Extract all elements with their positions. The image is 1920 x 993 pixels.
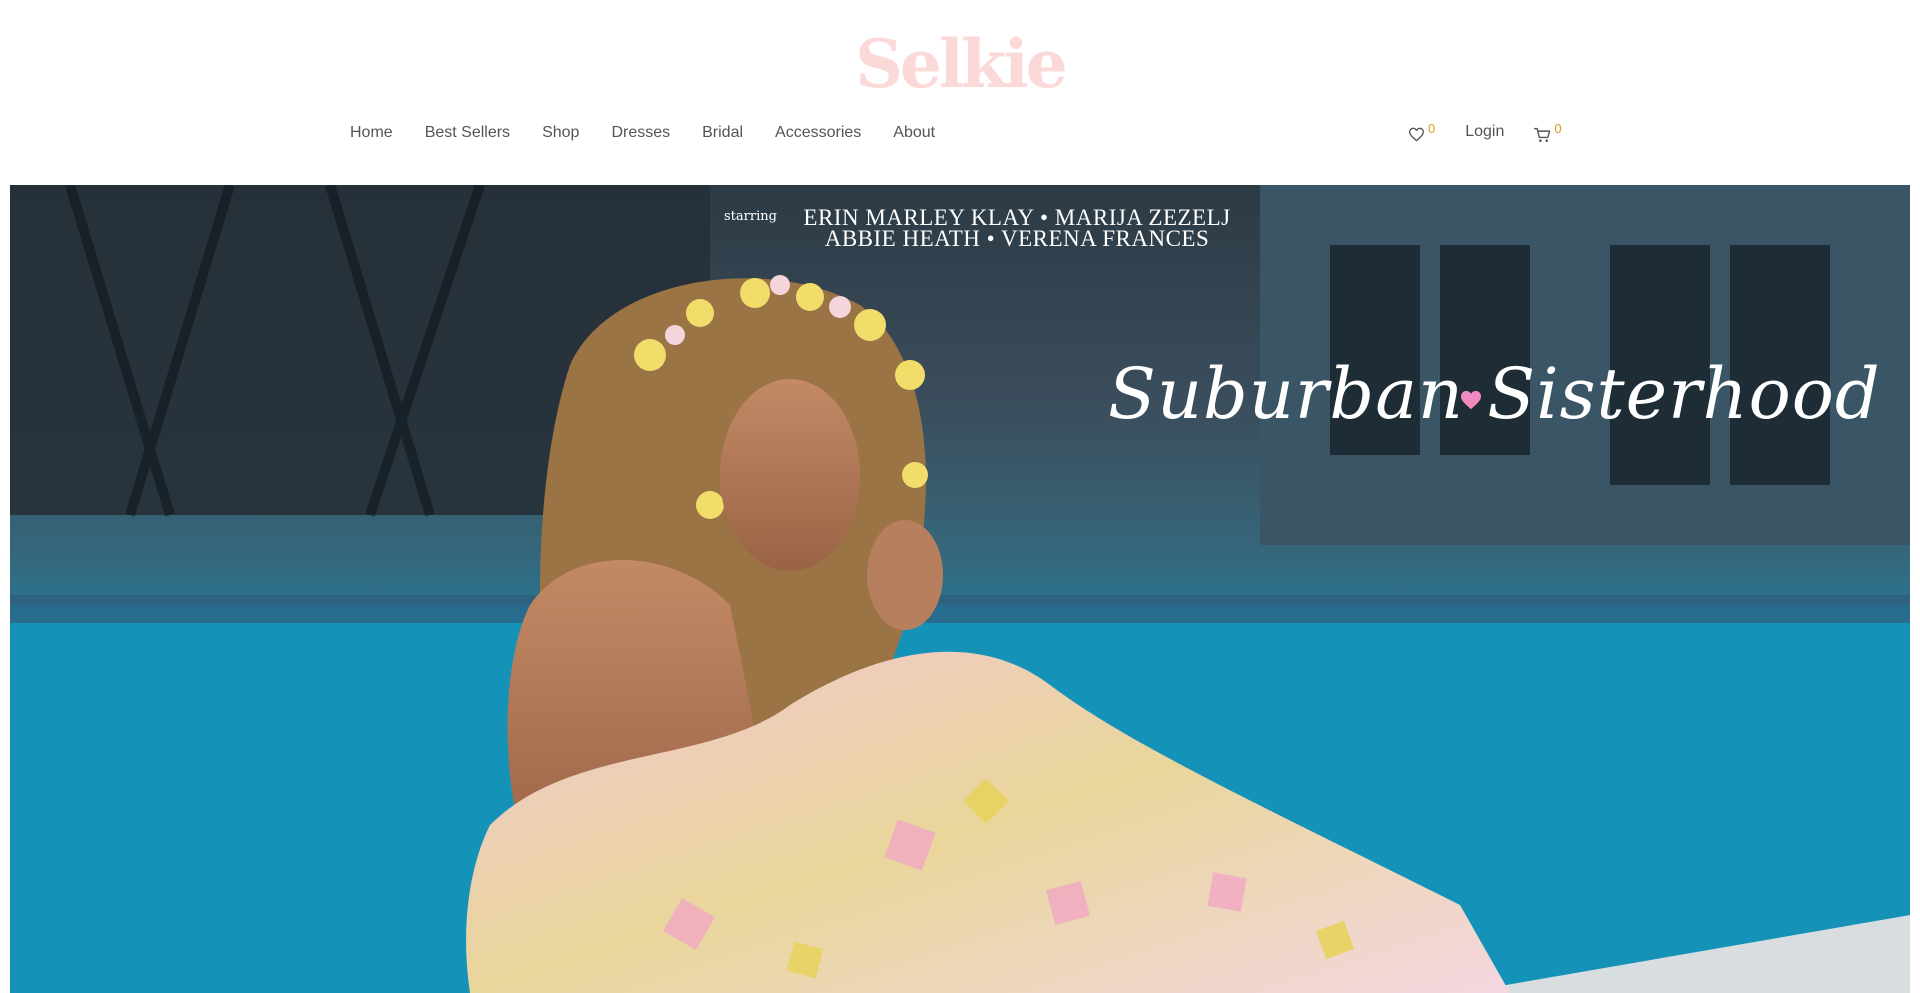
pink-heart-icon <box>1461 390 1481 410</box>
nav-item-shop[interactable]: Shop <box>542 124 579 142</box>
nav-item-accessories[interactable]: Accessories <box>775 124 861 142</box>
hero-credits: ERIN MARLEY KLAY • MARIJA ZEZELJ ABBIE H… <box>767 205 1267 251</box>
wishlist-button[interactable]: 0 <box>1408 122 1435 142</box>
credits-line-1: ERIN MARLEY KLAY • MARIJA ZEZELJ <box>803 205 1231 230</box>
brand-logo[interactable]: Selkie <box>0 26 1920 102</box>
cart-count: 0 <box>1554 120 1562 136</box>
cart-icon <box>1534 127 1551 142</box>
login-link[interactable]: Login <box>1465 123 1504 141</box>
campaign-title: Suburban Sisterhood <box>1108 353 1881 435</box>
main-nav: Home Best Sellers Shop Dresses Bridal Ac… <box>350 124 967 142</box>
nav-item-dresses[interactable]: Dresses <box>611 124 670 142</box>
credits-line-2: ABBIE HEATH • VERENA FRANCES <box>824 226 1210 251</box>
wishlist-count: 0 <box>1428 121 1436 136</box>
utility-nav: 0 Login 0 <box>1408 120 1562 144</box>
hero-photo <box>10 185 1910 993</box>
nav-item-about[interactable]: About <box>893 124 935 142</box>
nav-item-home[interactable]: Home <box>350 124 393 142</box>
nav-item-best-sellers[interactable]: Best Sellers <box>425 124 510 142</box>
hero-banner[interactable]: starring ERIN MARLEY KLAY • MARIJA ZEZEL… <box>10 185 1910 993</box>
heart-icon <box>1408 127 1424 142</box>
nav-item-bridal[interactable]: Bridal <box>702 124 743 142</box>
cart-button[interactable]: 0 <box>1534 120 1562 143</box>
